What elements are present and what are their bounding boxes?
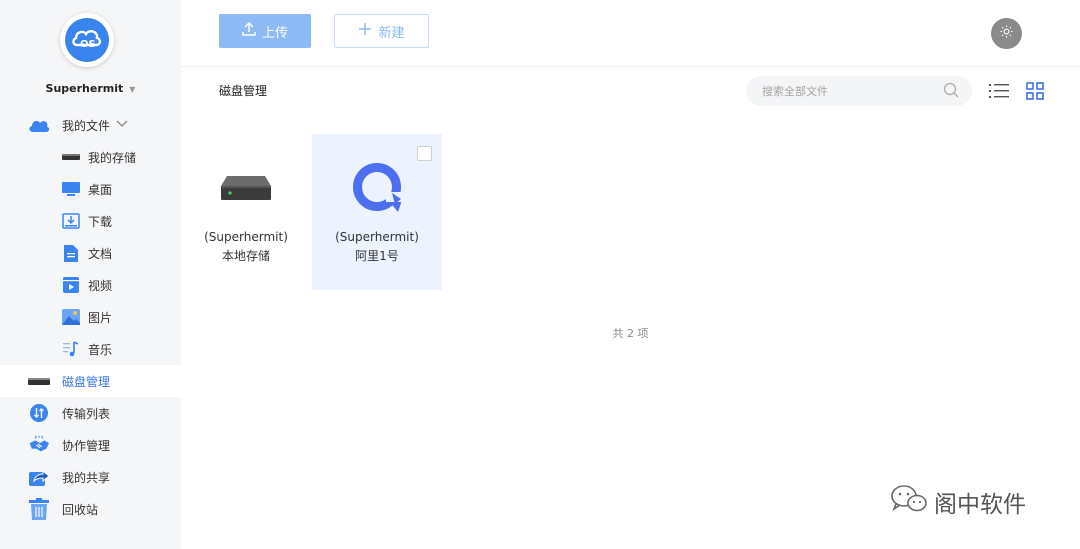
image-icon (62, 308, 80, 326)
user-menu[interactable]: Superhermit ▼ (0, 82, 181, 95)
sidebar-item-documents[interactable]: 文档 (0, 237, 181, 269)
sidebar-item-label: 磁盘管理 (62, 374, 111, 389)
sidebar-item-label: 传输列表 (62, 406, 111, 421)
sidebar-item-label: 视频 (88, 278, 113, 293)
upload-label: 上传 (261, 25, 288, 41)
sidebar-item-my-shares[interactable]: 我的共享 (0, 461, 181, 493)
download-icon (62, 212, 80, 230)
sun-icon (1000, 25, 1013, 42)
plus-icon (358, 22, 372, 40)
sidebar-item-label: 图片 (88, 310, 113, 325)
sidebar-item-disk-management[interactable]: 磁盘管理 (0, 365, 181, 397)
upload-icon (242, 21, 256, 40)
hard-drive-icon (221, 174, 271, 206)
document-icon (62, 244, 80, 262)
handshake-icon (28, 435, 50, 454)
caret-down-icon: ▼ (129, 85, 136, 94)
tile-name: 本地存储 (221, 249, 270, 263)
sidebar-item-transfers[interactable]: 传输列表 (0, 397, 181, 429)
search-input[interactable] (746, 76, 972, 106)
drive-icon (62, 148, 80, 166)
sidebar-item-label: 我的文件 (62, 118, 111, 133)
svg-text:OS: OS (80, 39, 96, 50)
trash-icon (28, 498, 50, 520)
video-icon (62, 276, 80, 294)
monitor-icon (62, 180, 80, 198)
sidebar-item-pictures[interactable]: 图片 (0, 301, 181, 333)
cloud-icon (28, 116, 50, 134)
music-icon (62, 340, 80, 358)
sidebar-item-my-storage[interactable]: 我的存储 (0, 141, 181, 173)
sidebar-item-label: 下载 (88, 214, 113, 229)
new-button[interactable]: 新建 (334, 14, 429, 48)
grid-view-icon[interactable] (1026, 82, 1044, 104)
search-icon[interactable] (943, 82, 959, 102)
sidebar-item-recycle-bin[interactable]: 回收站 (0, 493, 181, 525)
sidebar-item-label: 文档 (88, 246, 113, 261)
aliyun-drive-icon (350, 160, 404, 218)
theme-toggle-button[interactable] (991, 18, 1022, 49)
upload-button[interactable]: 上传 (219, 14, 311, 48)
chevron-down-icon (116, 120, 128, 131)
sidebar-item-my-files[interactable]: 我的文件 (0, 109, 181, 141)
drive-icon (28, 372, 50, 390)
sidebar-item-collaboration[interactable]: 协作管理 (0, 429, 181, 461)
item-count: 共 2 项 (612, 327, 649, 340)
tile-owner: (Superhermit) (335, 230, 419, 244)
watermark-text: 阁中软件 (934, 492, 1026, 518)
sidebar-item-label: 我的共享 (62, 470, 111, 485)
sidebar-item-label: 音乐 (88, 342, 113, 357)
sidebar-item-label: 协作管理 (62, 438, 111, 453)
sidebar-item-label: 桌面 (88, 182, 113, 197)
wechat-icon (890, 484, 928, 520)
user-name: Superhermit (45, 82, 124, 95)
transfer-icon (28, 404, 50, 422)
tile-owner: (Superhermit) (204, 230, 288, 244)
share-icon (28, 468, 50, 486)
sidebar-item-label: 回收站 (62, 502, 99, 517)
divider (181, 66, 1080, 67)
sidebar-item-downloads[interactable]: 下载 (0, 205, 181, 237)
sidebar-item-desktop[interactable]: 桌面 (0, 173, 181, 205)
sidebar-item-videos[interactable]: 视频 (0, 269, 181, 301)
new-label: 新建 (378, 25, 405, 41)
app-logo: OS (60, 13, 114, 67)
tile-name: 阿里1号 (355, 249, 399, 263)
sidebar: OS Superhermit ▼ 我的文件 我的存储 桌面 下载 文档 视频 图… (0, 0, 181, 549)
list-view-icon[interactable] (989, 82, 1009, 104)
select-checkbox[interactable] (417, 146, 432, 161)
disk-tile[interactable]: (Superhermit) 阿里1号 (312, 134, 442, 290)
breadcrumb: 磁盘管理 (219, 84, 268, 98)
sidebar-item-music[interactable]: 音乐 (0, 333, 181, 365)
sidebar-item-label: 我的存储 (88, 150, 137, 165)
watermark: 阁中软件 (890, 484, 1026, 520)
disk-tile[interactable]: (Superhermit) 本地存储 (181, 134, 311, 290)
